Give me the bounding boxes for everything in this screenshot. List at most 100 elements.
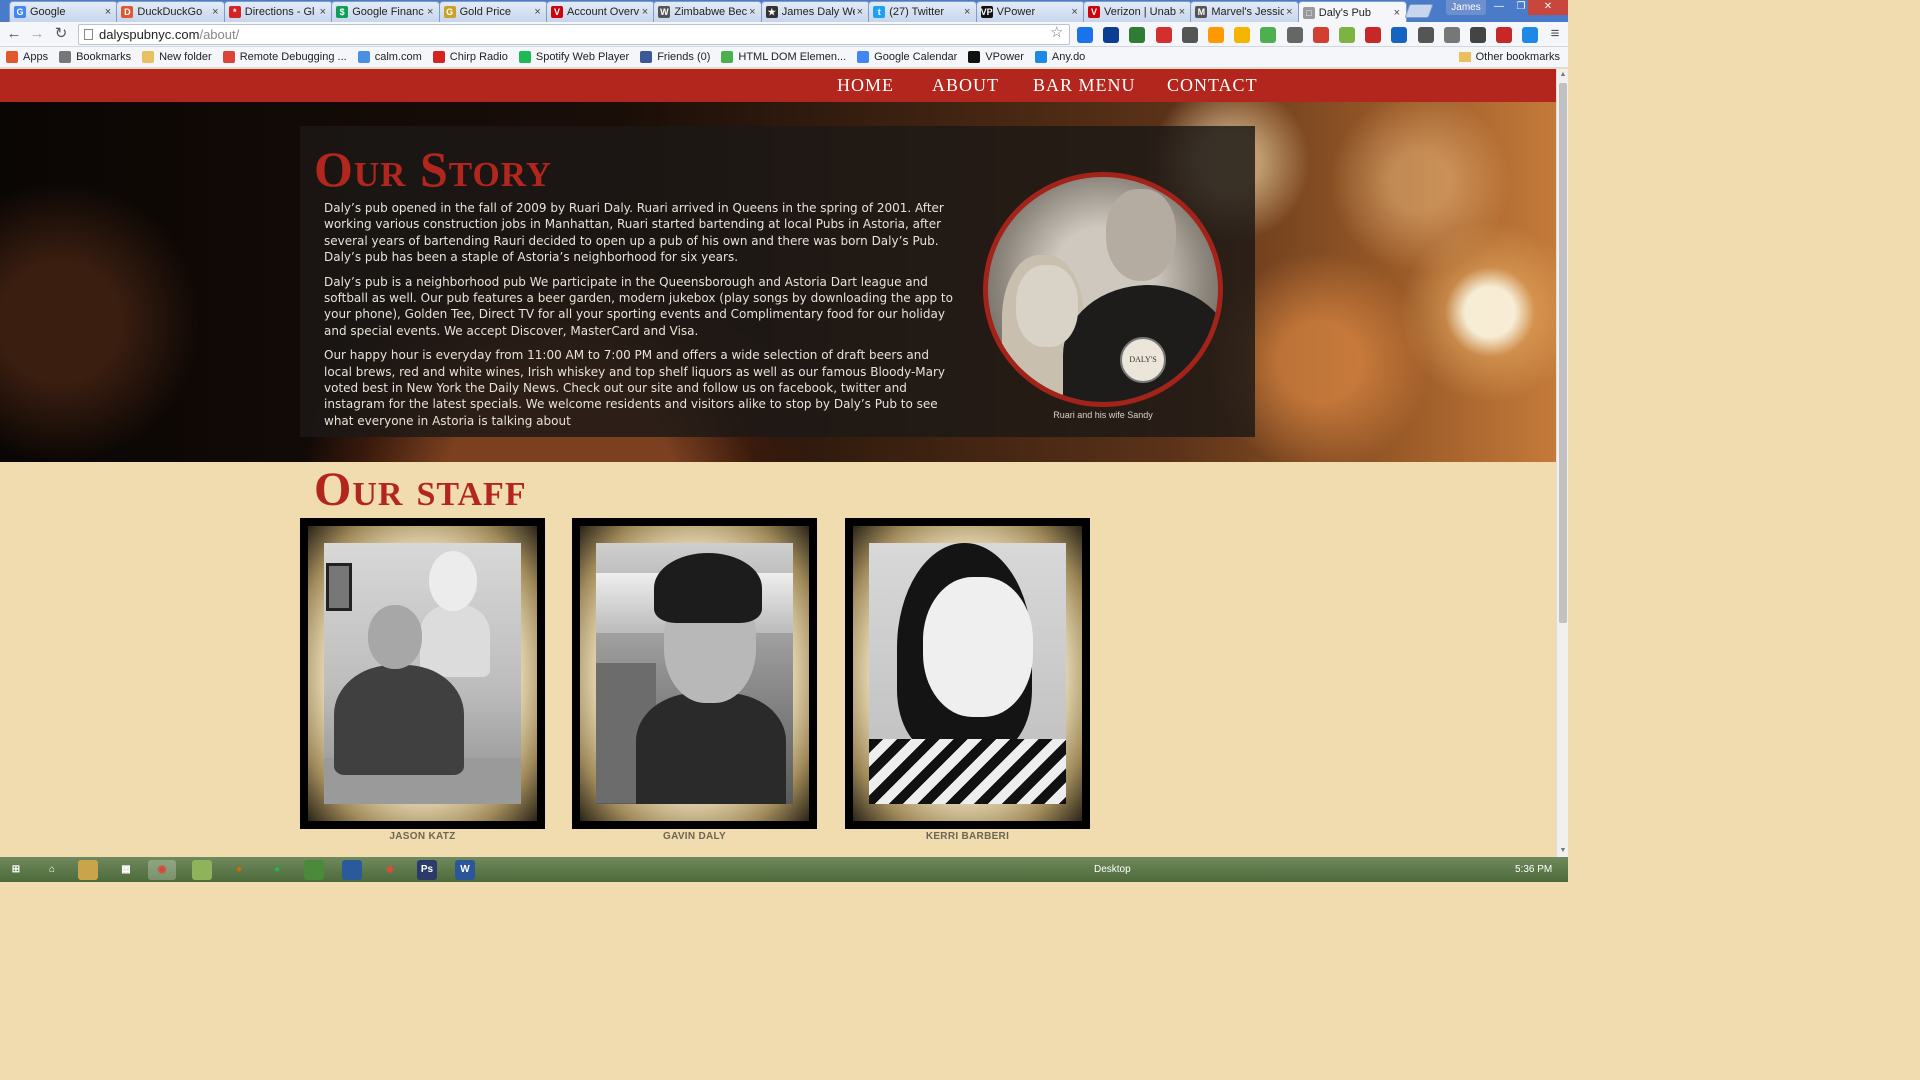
app-icon[interactable]: ◆ <box>380 860 400 880</box>
bookmark-item[interactable]: calm.com <box>357 51 422 63</box>
app-icon[interactable] <box>342 860 362 880</box>
tab-close-icon[interactable]: × <box>103 6 113 18</box>
bookmark-item[interactable]: Remote Debugging ... <box>222 51 347 63</box>
nav-bar-menu[interactable]: Bar Menu <box>1033 75 1136 96</box>
browser-tab[interactable]: $ Google Financ × <box>331 1 441 22</box>
nav-about[interactable]: About <box>932 75 999 96</box>
extension-icon[interactable] <box>1470 27 1486 43</box>
bookmark-star-icon[interactable]: ☆ <box>1050 23 1063 41</box>
extension-icon[interactable] <box>1496 27 1513 43</box>
taskbar-clock[interactable]: 5:36 PM <box>1515 857 1552 882</box>
bookmark-item[interactable]: Spotify Web Player <box>518 51 629 63</box>
bookmark-item[interactable]: Any.do <box>1034 51 1085 63</box>
new-tab-button[interactable] <box>1404 4 1434 18</box>
extension-icon[interactable] <box>1260 27 1277 43</box>
file-explorer-icon[interactable] <box>78 860 98 880</box>
bookmark-item[interactable]: Google Calendar <box>857 51 957 63</box>
tab-close-icon[interactable]: × <box>1070 6 1080 18</box>
bookmark-item[interactable]: Bookmarks <box>59 51 131 63</box>
extension-icon[interactable] <box>1103 27 1120 43</box>
bookmark-item[interactable]: VPower <box>968 51 1024 63</box>
spotify-taskbar-icon[interactable]: ● <box>267 860 287 880</box>
browser-tab[interactable]: V Account Overv × <box>546 1 655 22</box>
tab-close-icon[interactable]: × <box>1392 7 1402 19</box>
home-icon[interactable]: ⌂ <box>42 860 62 880</box>
other-bookmarks[interactable]: Other bookmarks <box>1458 51 1560 63</box>
reload-button[interactable]: ↻ <box>52 25 70 43</box>
tab-close-icon[interactable]: × <box>210 6 220 18</box>
app-icon[interactable] <box>304 860 324 880</box>
bookmark-item[interactable]: New folder <box>142 51 212 63</box>
extension-icon[interactable] <box>1077 27 1093 43</box>
back-button[interactable]: ← <box>5 25 23 43</box>
extension-icon[interactable] <box>1417 27 1434 43</box>
extension-icon[interactable] <box>1522 27 1539 43</box>
owner-portrait-photo: DALY'S <box>983 172 1223 407</box>
tab-close-icon[interactable]: × <box>1284 6 1294 18</box>
profile-button[interactable]: James <box>1446 0 1486 15</box>
browser-tab[interactable]: W Zimbabwe Bec × <box>653 1 763 22</box>
extension-icon[interactable] <box>1286 27 1303 43</box>
calculator-icon[interactable]: ▦ <box>116 860 136 880</box>
minimize-icon[interactable]: — <box>1488 0 1510 15</box>
browser-tab[interactable]: G Google × <box>9 1 118 22</box>
notepad-icon[interactable] <box>192 860 212 880</box>
browser-tab[interactable]: M Marvel's Jessic × <box>1190 1 1300 22</box>
tab-close-icon[interactable]: × <box>1177 6 1187 18</box>
extension-icon[interactable] <box>1365 27 1382 43</box>
scroll-down-icon[interactable]: ▼ <box>1559 847 1567 855</box>
pub-logo-badge: DALY'S <box>1120 337 1166 383</box>
firefox-icon[interactable]: ● <box>229 860 249 880</box>
extension-icon[interactable] <box>1129 27 1146 43</box>
start-icon[interactable]: ⊞ <box>6 860 26 880</box>
browser-tab[interactable]: V Verizon | Unab × <box>1083 1 1192 22</box>
tab-close-icon[interactable]: × <box>747 6 757 18</box>
extension-icon[interactable] <box>1312 27 1329 43</box>
extension-icon[interactable] <box>1391 27 1408 43</box>
site-nav-bar: Home About Bar Menu Contact <box>0 69 1556 102</box>
tab-favicon-icon: M <box>1195 6 1208 18</box>
tab-close-icon[interactable]: × <box>533 6 543 18</box>
browser-tab[interactable]: G Gold Price × <box>438 1 548 22</box>
bookmark-item[interactable]: Chirp Radio <box>432 51 508 63</box>
browser-tab[interactable]: * Directions - Gl × <box>223 1 333 22</box>
bookmark-item[interactable]: Apps <box>6 51 48 63</box>
address-bar[interactable]: dalyspubnyc.com/about/ <box>78 24 1070 45</box>
bookmark-item[interactable]: Friends (0) <box>640 51 710 63</box>
extension-icon[interactable] <box>1443 27 1460 43</box>
bookmark-label: Chirp Radio <box>449 51 508 63</box>
tab-close-icon[interactable]: × <box>318 6 328 18</box>
tab-favicon-icon: W <box>658 6 671 18</box>
tab-close-icon[interactable]: × <box>425 6 435 18</box>
staff-photo <box>596 543 793 804</box>
tab-close-icon[interactable]: × <box>962 6 972 18</box>
desktop-toolbar-label[interactable]: Desktop <box>1094 857 1131 882</box>
extension-icon[interactable] <box>1234 27 1251 43</box>
browser-tab[interactable]: t (27) Twitter × <box>868 1 978 22</box>
photoshop-icon[interactable]: Ps <box>417 860 437 880</box>
tab-close-icon[interactable]: × <box>855 6 865 18</box>
tab-close-icon[interactable]: × <box>640 6 650 18</box>
browser-tab[interactable]: □ Daly's Pub × <box>1297 1 1407 23</box>
word-icon[interactable]: W <box>455 860 475 880</box>
extension-icon[interactable] <box>1155 27 1172 43</box>
page-scrollbar[interactable]: ▲ ▼ <box>1556 69 1568 857</box>
nav-contact[interactable]: Contact <box>1167 75 1258 96</box>
extension-icon[interactable] <box>1208 27 1224 43</box>
scroll-up-icon[interactable]: ▲ <box>1559 71 1567 79</box>
chrome-menu-icon[interactable]: ≡ <box>1546 25 1564 43</box>
bookmark-item[interactable]: HTML DOM Elemen... <box>721 51 846 63</box>
extension-icon[interactable] <box>1181 27 1198 43</box>
calendar-icon <box>857 51 870 63</box>
extension-icon[interactable] <box>1339 27 1355 43</box>
nav-home[interactable]: Home <box>837 75 894 96</box>
scrollbar-thumb[interactable] <box>1559 83 1567 623</box>
chrome-taskbar-icon[interactable]: ◉ <box>148 860 176 880</box>
staff-name: JASON KATZ <box>389 831 456 842</box>
close-window-icon[interactable]: ✕ <box>1528 0 1568 15</box>
browser-tab[interactable]: ★ James Daly We × <box>760 1 870 22</box>
browser-tab[interactable]: VP VPower × <box>975 1 1085 22</box>
other-bookmarks-label: Other bookmarks <box>1475 51 1560 63</box>
forward-button[interactable]: → <box>28 25 46 43</box>
browser-tab[interactable]: D DuckDuckGo × <box>116 1 226 22</box>
